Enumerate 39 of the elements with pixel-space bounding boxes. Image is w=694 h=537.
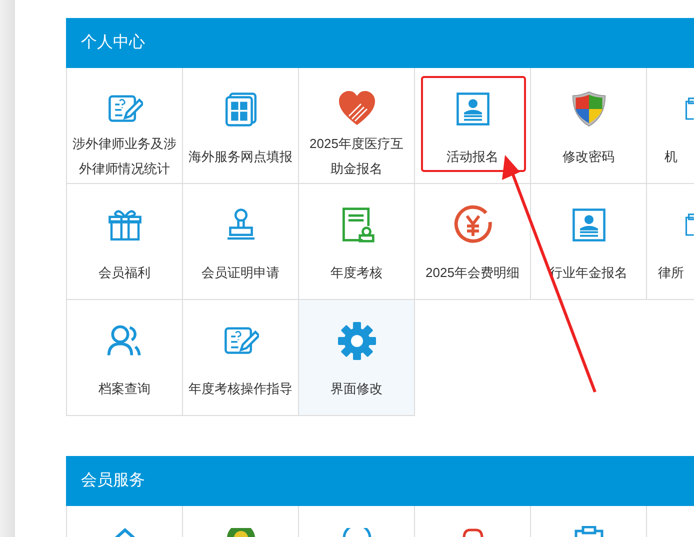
menu-tile[interactable]: 2025年度医疗互助金报名 <box>299 68 415 184</box>
section-title: 个人中心 <box>81 32 145 53</box>
tile-label: 会员证明申请 <box>200 264 280 282</box>
menu-tile[interactable]: 界面修改 <box>299 300 415 416</box>
yen-circle-icon <box>452 205 492 245</box>
settings-icon <box>336 321 376 361</box>
id-card-icon <box>454 91 490 127</box>
hook-icon <box>460 528 484 537</box>
tile-label: 机 <box>664 148 678 166</box>
section-title: 会员服务 <box>81 471 145 491</box>
menu-tile[interactable]: 档案查询 <box>67 300 183 416</box>
id-card-icon <box>570 207 606 243</box>
menu-tile[interactable]: 年度考核操作指导 <box>183 300 299 416</box>
tile-label: 涉外律师业务及涉外律师情况统计 <box>72 135 178 178</box>
menu-tile[interactable]: 会员福利 <box>67 184 183 300</box>
tile-label: 活动报名 <box>446 148 500 166</box>
tile-label: 年度考核 <box>330 264 384 282</box>
menu-tile[interactable]: 年度考核 <box>299 184 415 300</box>
tile-label: 会员福利 <box>98 264 152 282</box>
clipboard-icon <box>574 526 604 537</box>
emblem-icon <box>226 528 256 537</box>
menu-tile[interactable]: 涉外律师业务及涉外律师情况统计 <box>67 68 183 184</box>
menu-tile[interactable]: 会员证明申请 <box>183 184 299 300</box>
shield-icon <box>570 90 608 128</box>
menu-tile[interactable]: 活动报名 <box>415 68 531 184</box>
tile-label: 2025年度医疗互助金报名 <box>308 135 404 178</box>
tile-label: 界面修改 <box>330 380 384 398</box>
tile-label: 海外服务网点填报 <box>188 148 294 166</box>
gift-icon <box>106 207 142 243</box>
tile-label: 修改密码 <box>562 148 616 166</box>
menu-tile[interactable]: 2025年会费明细 <box>415 184 531 300</box>
menu-tile[interactable]: 海外服务网点填报 <box>183 68 299 184</box>
menu-tile[interactable]: 修改密码 <box>531 68 647 184</box>
roof-icon <box>112 528 136 537</box>
tile-label: 年度考核操作指导 <box>188 380 294 398</box>
tile-label: 2025年会费明细 <box>424 264 520 282</box>
tile-label: 档案查询 <box>98 380 152 398</box>
layout-icon <box>222 91 258 127</box>
tile-label: 律所 <box>658 264 684 282</box>
